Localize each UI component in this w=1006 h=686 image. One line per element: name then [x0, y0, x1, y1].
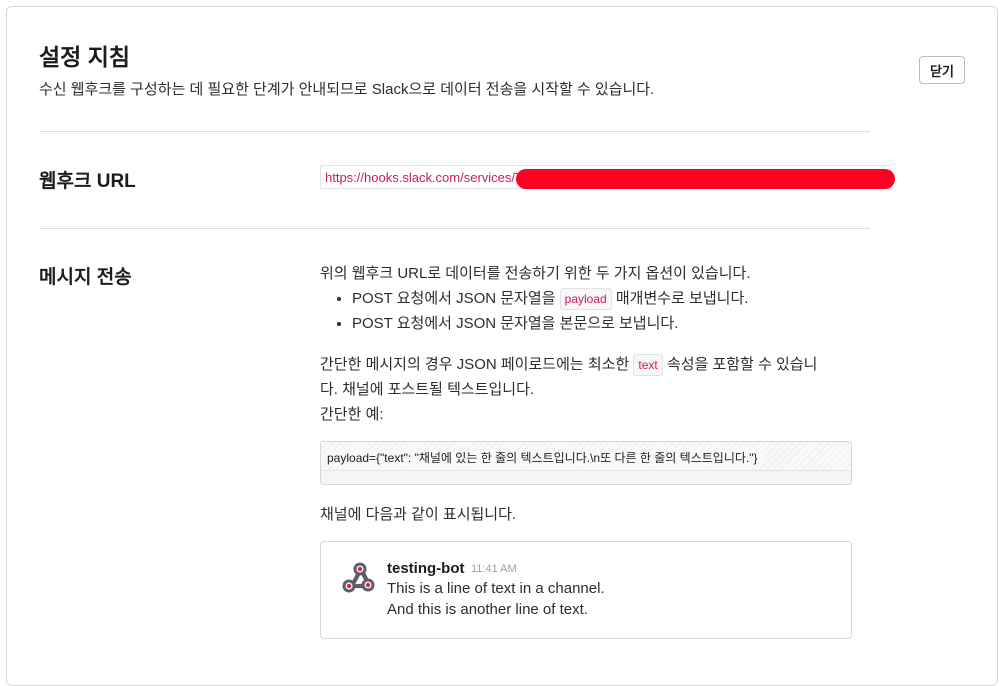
- text-code: text: [633, 354, 663, 377]
- paragraph-text: 간단한 메시지의 경우 JSON 페이로드에는 최소한: [320, 356, 630, 373]
- message-timestamp[interactable]: 11:41 AM: [471, 563, 517, 575]
- code-example-text: payload={"text": "채널에 있는 한 줄의 텍스트입니다.\n또…: [327, 451, 762, 465]
- payload-code: payload: [559, 288, 612, 311]
- close-button[interactable]: 닫기: [919, 56, 965, 84]
- paragraph-continuation: 다. 채널에 포스트될 텍스트입니다.: [320, 381, 535, 398]
- bot-name[interactable]: testing-bot: [387, 560, 464, 577]
- message-line: And this is another line of text.: [387, 601, 588, 618]
- bullet-text: 매개변수로 보냅니다.: [615, 290, 749, 307]
- display-label: 채널에 다음과 같이 표시됩니다.: [320, 506, 517, 523]
- send-options-list: POST 요청에서 JSON 문자열을 payload 매개변수로 보냅니다. …: [320, 286, 748, 336]
- bullet-text: POST 요청에서 JSON 문자열을 본문으로 보냅니다.: [352, 315, 679, 332]
- simple-message-paragraph: 간단한 메시지의 경우 JSON 페이로드에는 최소한 text 속성을 포함할…: [320, 352, 817, 377]
- code-line: payload={"text": "채널에 있는 한 줄의 텍스트입니다.\n또…: [321, 442, 851, 470]
- code-example-block[interactable]: payload={"text": "채널에 있는 한 줄의 텍스트입니다.\n또…: [320, 441, 852, 485]
- webhook-url-heading: 웹후크 URL: [39, 171, 136, 192]
- send-intro-text: 위의 웹후크 URL로 데이터를 전송하기 위한 두 가지 옵션이 있습니다.: [320, 265, 751, 282]
- paragraph-text: 속성을 포함할 수 있습니: [666, 356, 818, 373]
- message-line: This is a line of text in a channel.: [387, 580, 605, 597]
- example-label: 간단한 예:: [320, 406, 384, 423]
- bullet-text: POST 요청에서 JSON 문자열을: [352, 290, 556, 307]
- horizontal-scrollbar[interactable]: [321, 470, 851, 484]
- section-divider: [39, 131, 870, 132]
- page-title: 설정 지침: [39, 44, 131, 70]
- redaction-mark: [516, 169, 895, 189]
- send-message-heading: 메시지 전송: [39, 267, 132, 288]
- message-preview: testing-bot 11:41 AM This is a line of t…: [320, 541, 852, 639]
- page-subtitle: 수신 웹후크를 구성하는 데 필요한 단계가 안내되므로 Slack으로 데이터…: [39, 81, 655, 98]
- list-item: POST 요청에서 JSON 문자열을 payload 매개변수로 보냅니다.: [352, 286, 748, 311]
- list-item: POST 요청에서 JSON 문자열을 본문으로 보냅니다.: [352, 311, 748, 336]
- section-divider: [39, 228, 870, 229]
- webhook-icon: [341, 560, 375, 594]
